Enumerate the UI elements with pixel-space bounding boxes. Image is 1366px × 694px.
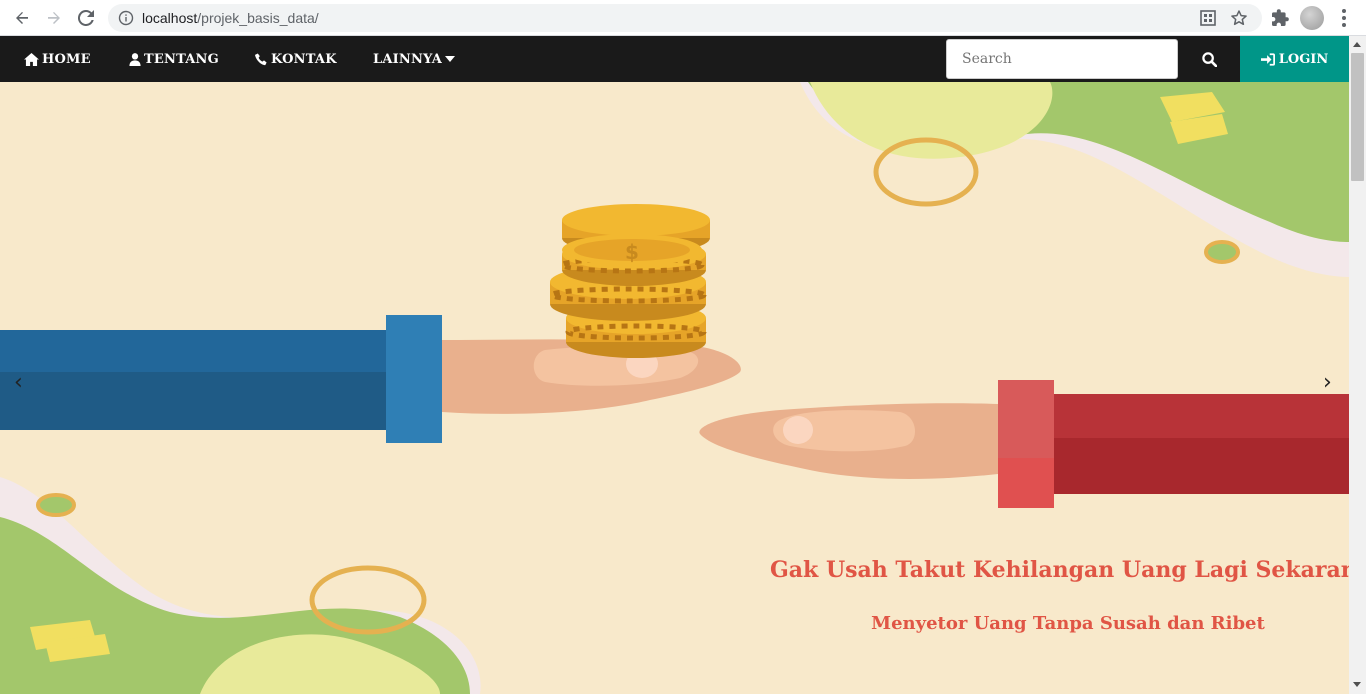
sign-in-icon [1260,52,1275,66]
hero-carousel: $ ‹ › Gak Usah Takut Kehilangan Uang Lag… [0,82,1349,694]
search-button[interactable] [1186,36,1232,82]
nav-tentang-label: TENTANG [144,51,219,67]
hero-subheadline: Menyetor Uang Tanpa Susah dan Ribet [871,613,1265,634]
scroll-down-arrow[interactable] [1353,682,1361,687]
profile-avatar[interactable] [1300,6,1324,30]
money-handover-illustration: $ [0,82,1349,694]
nav-lainnya-label: LAINNYA [373,51,443,67]
carousel-prev-button[interactable]: ‹ [14,370,23,395]
caret-down-icon [445,56,456,62]
hero-headline: Gak Usah Takut Kehilangan Uang Lagi Seka… [770,557,1349,583]
home-icon [24,52,39,66]
nav-home[interactable]: HOME [24,36,91,82]
search-icon [1201,51,1217,67]
search-input[interactable] [946,39,1178,79]
info-icon [118,10,134,26]
url-text: localhost/projek_basis_data/ [142,10,319,26]
forward-arrow-icon [48,12,60,24]
extensions-puzzle-icon[interactable] [1268,6,1292,30]
scroll-thumb[interactable] [1351,53,1364,181]
nav-lainnya-dropdown[interactable]: LAINNYA [373,36,458,82]
user-icon [129,52,141,66]
reload-button[interactable] [74,6,98,30]
back-button[interactable] [10,6,34,30]
svg-text:$: $ [625,240,639,264]
nav-tentang[interactable]: TENTANG [129,36,219,82]
back-arrow-icon [16,12,28,24]
reload-icon [78,10,94,26]
bookmark-star-icon[interactable] [1230,9,1248,27]
qr-code-icon[interactable] [1199,9,1217,27]
login-button[interactable]: LOGIN [1240,36,1349,82]
nav-kontak[interactable]: KONTAK [255,36,337,82]
forward-button[interactable] [42,6,66,30]
scroll-up-arrow[interactable] [1353,42,1361,47]
page-scrollbar[interactable] [1349,36,1366,694]
site-navbar: HOME TENTANG KONTAK LAINNYA LOGIN [0,36,1349,82]
browser-toolbar: localhost/projek_basis_data/ [0,0,1366,36]
nav-kontak-label: KONTAK [271,51,337,67]
phone-icon [255,52,267,65]
carousel-next-button[interactable]: › [1323,370,1332,395]
address-bar[interactable]: localhost/projek_basis_data/ [108,4,1262,32]
coin-stack: $ [549,204,710,358]
browser-menu-icon[interactable] [1332,6,1356,30]
nav-home-label: HOME [42,51,91,67]
login-label: LOGIN [1278,51,1329,67]
